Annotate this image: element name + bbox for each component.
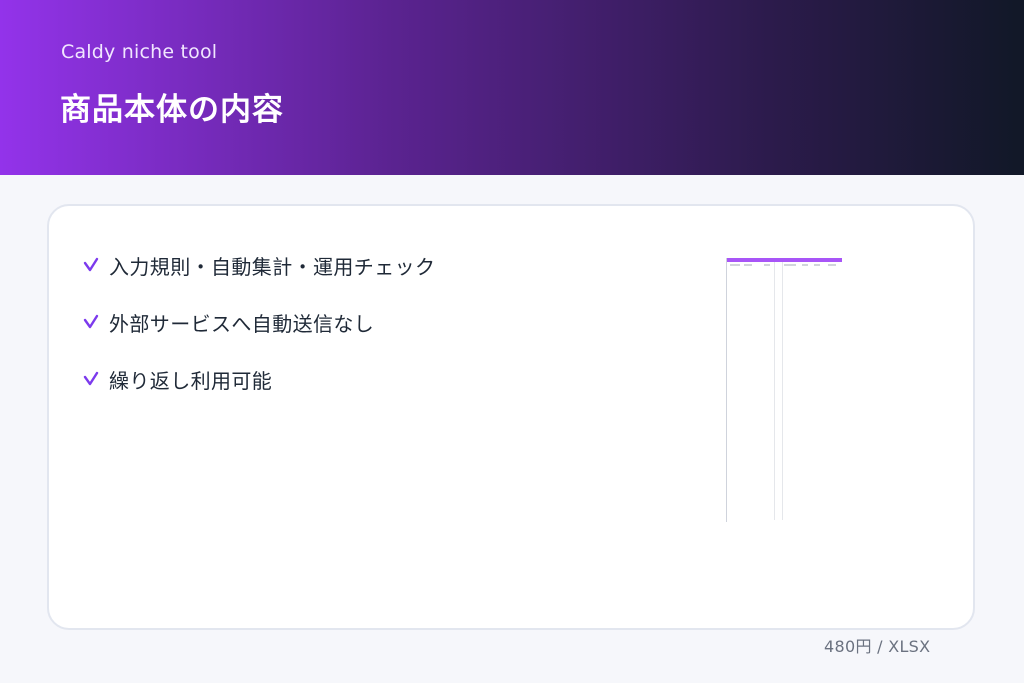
list-item: 繰り返し利用可能 — [82, 364, 435, 394]
preview-column-line — [782, 262, 783, 520]
preview-column-line — [774, 262, 775, 520]
check-icon — [83, 371, 99, 386]
brand-name: Caldy niche tool — [61, 41, 218, 63]
preview-header-cell — [730, 264, 740, 266]
feature-text: 入力規則・自動集計・運用チェック — [109, 254, 436, 279]
price-format-label: 480円 / XLSX — [824, 637, 931, 656]
feature-text: 外部サービスへ自動送信なし — [109, 311, 375, 336]
spreadsheet-preview-image — [726, 258, 844, 522]
preview-header-cell — [814, 264, 820, 266]
feature-list: 入力規則・自動集計・運用チェック 外部サービスへ自動送信なし 繰り返し利用可能 — [82, 250, 435, 421]
preview-header-bar — [726, 258, 842, 262]
preview-header-cell — [764, 264, 770, 266]
header-banner: Caldy niche tool 商品本体の内容 — [0, 0, 1024, 175]
feature-text: 繰り返し利用可能 — [109, 368, 273, 393]
check-icon — [83, 257, 99, 272]
preview-header-cell — [784, 264, 796, 266]
preview-header-cell — [802, 264, 808, 266]
content-card: 入力規則・自動集計・運用チェック 外部サービスへ自動送信なし 繰り返し利用可能 — [47, 204, 975, 630]
preview-border — [726, 258, 727, 522]
page-title: 商品本体の内容 — [60, 92, 284, 128]
list-item: 入力規則・自動集計・運用チェック — [82, 250, 435, 280]
check-icon — [83, 314, 99, 329]
list-item: 外部サービスへ自動送信なし — [82, 307, 435, 337]
preview-header-cell — [828, 264, 836, 266]
preview-header-cell — [744, 264, 752, 266]
